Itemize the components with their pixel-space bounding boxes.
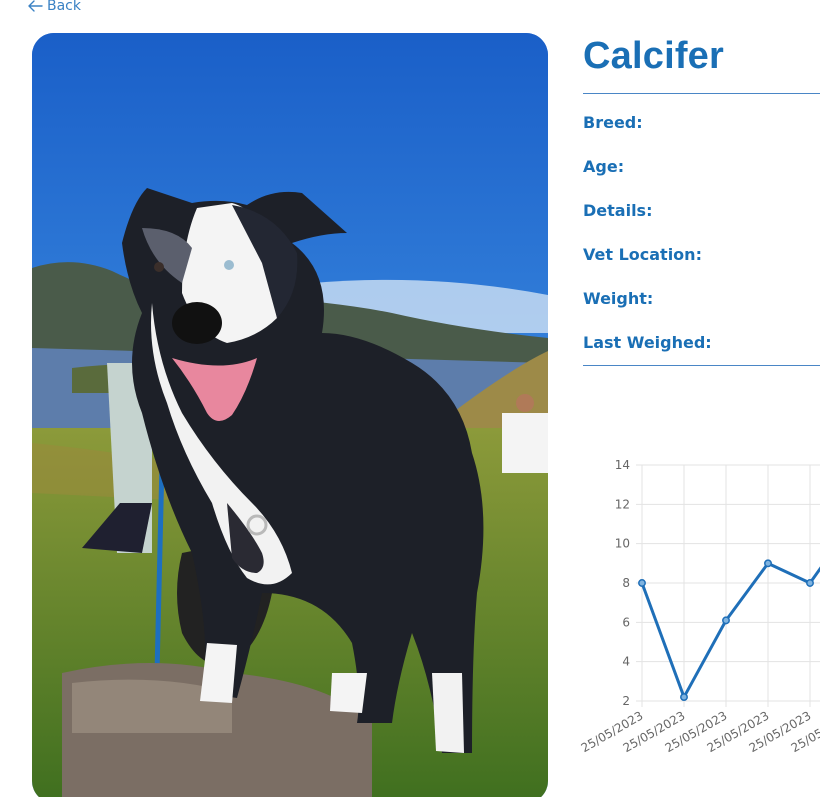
back-label: Back [47,0,81,14]
field-breed-label: Breed: [583,112,643,132]
dog-info-panel: Calcifer Breed: Age: Details: Vet Locati… [583,30,820,366]
dog-name: Calcifer [583,35,725,77]
data-point [764,559,772,568]
field-age-label: Age: [583,156,625,176]
weight-chart: 2 4 6 8 10 12 14 25/05/2023 25/05/2023 25/05/2023… [576,452,820,782]
dog-profile-page: Back Calcifer Breed: Age: Details: Vet L… [0,0,820,797]
series-line [640,561,820,699]
y-tick-label: 12 [615,497,630,511]
y-tick-label: 14 [615,458,630,472]
field-vet-location-label: Vet Location: [583,244,702,264]
field-details-label: Details: [583,200,653,220]
field-weight-label: Weight: [583,288,654,308]
dog-photo [32,33,548,797]
back-link[interactable]: Back [28,0,81,14]
y-tick-label: 10 [615,537,630,551]
y-tick-label: 4 [622,655,630,669]
y-tick-label: 2 [622,694,630,708]
field-last-weighed-label: Last Weighed: [583,332,712,352]
data-point [806,579,814,587]
weight-chart-svg: 246810121425/05/202325/05/202325/05/2023… [579,458,820,755]
data-point [722,616,730,625]
divider [583,93,820,94]
data-point [680,693,688,702]
divider-bottom [583,365,820,366]
y-tick-label: 8 [622,576,630,590]
arrow-left-icon [28,0,43,12]
field-list: Breed: Age: Details: Vet Location: Weigh… [583,100,820,364]
y-tick-label: 6 [622,615,630,629]
data-point [638,579,646,587]
